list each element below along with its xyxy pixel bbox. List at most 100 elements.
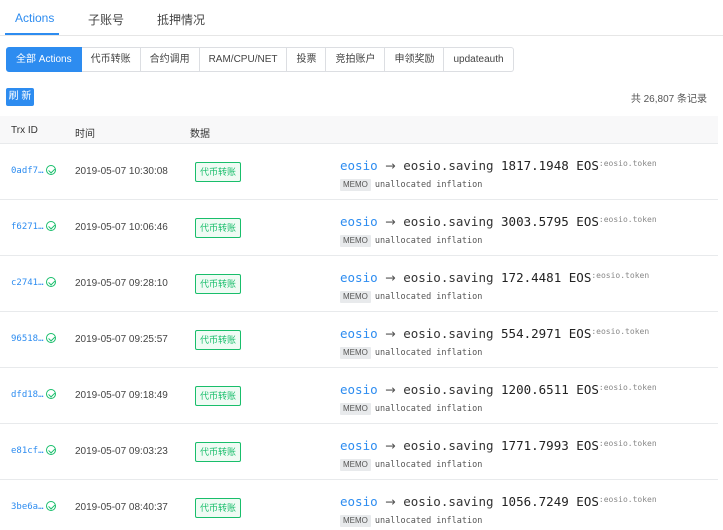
memo: MEMO unallocated inflation <box>340 179 482 192</box>
action-time: 2019-05-07 09:18:49 <box>75 390 168 401</box>
transfer-summary: eosio → eosio.saving 1200.6511 EOS:eosio… <box>340 380 657 398</box>
table-row: e81cf… 2019-05-07 09:03:23 代币转账 eosio → … <box>0 424 718 480</box>
transfer-amount: 1771.7993 EOS <box>501 438 599 453</box>
action-type-tag: 代币转账 <box>195 330 241 350</box>
filter-claim-rewards[interactable]: 申领奖励 <box>385 47 445 72</box>
action-time: 2019-05-07 09:28:10 <box>75 278 168 289</box>
from-account-link[interactable]: eosio <box>340 270 378 285</box>
arrow-right-icon: → <box>385 494 396 509</box>
column-header-time: 时间 <box>75 129 95 140</box>
token-contract: :eosio.token <box>598 383 657 392</box>
memo: MEMO unallocated inflation <box>340 291 482 304</box>
token-contract: :eosio.token <box>591 271 650 280</box>
arrow-right-icon: → <box>385 158 396 173</box>
total-records: 共 26,807 条记录 <box>630 94 707 105</box>
memo-text: unallocated inflation <box>374 404 483 414</box>
action-time: 2019-05-07 10:30:08 <box>75 166 168 177</box>
to-account: eosio.saving <box>403 326 494 341</box>
check-circle-icon <box>46 221 56 231</box>
table-row: 3be6a… 2019-05-07 08:40:37 代币转账 eosio → … <box>0 480 718 530</box>
check-circle-icon <box>46 165 56 175</box>
check-circle-icon <box>46 445 56 455</box>
from-account-link[interactable]: eosio <box>340 326 378 341</box>
memo: MEMO unallocated inflation <box>340 515 482 528</box>
top-tab-bar: Actions 子账号 抵押情况 <box>0 0 723 36</box>
trx-id-link[interactable]: 3be6a… <box>11 502 44 512</box>
filter-resources[interactable]: RAM/CPU/NET <box>199 47 288 72</box>
table-header: Trx ID 时间 数据 <box>0 116 718 144</box>
trx-id-link[interactable]: dfd18… <box>11 390 44 400</box>
transfer-amount: 1056.7249 EOS <box>501 494 599 509</box>
memo: MEMO unallocated inflation <box>340 347 482 360</box>
action-filter-bar: 全部 Actions 代币转账 合约调用 RAM/CPU/NET 投票 竞拍账户… <box>6 47 514 72</box>
filter-contract-call[interactable]: 合约调用 <box>140 47 200 72</box>
table-row: dfd18… 2019-05-07 09:18:49 代币转账 eosio → … <box>0 368 718 424</box>
arrow-right-icon: → <box>385 382 396 397</box>
table-row: 96518… 2019-05-07 09:25:57 代币转账 eosio → … <box>0 312 718 368</box>
memo-tag: MEMO <box>340 515 371 527</box>
to-account: eosio.saving <box>403 382 494 397</box>
table-body: 0adf7… 2019-05-07 10:30:08 代币转账 eosio → … <box>0 144 718 530</box>
filter-updateauth[interactable]: updateauth <box>444 47 514 72</box>
transfer-summary: eosio → eosio.saving 3003.5795 EOS:eosio… <box>340 212 657 230</box>
transfer-summary: eosio → eosio.saving 172.4481 EOS:eosio.… <box>340 268 649 286</box>
memo-text: unallocated inflation <box>374 292 483 302</box>
memo-tag: MEMO <box>340 179 371 191</box>
filter-token-transfer[interactable]: 代币转账 <box>81 47 141 72</box>
tab-actions[interactable]: Actions <box>15 11 54 25</box>
arrow-right-icon: → <box>385 214 396 229</box>
token-contract: :eosio.token <box>598 159 657 168</box>
token-contract: :eosio.token <box>591 327 650 336</box>
action-type-tag: 代币转账 <box>195 442 241 462</box>
memo-text: unallocated inflation <box>374 348 483 358</box>
tab-sub-accounts[interactable]: 子账号 <box>88 11 124 28</box>
to-account: eosio.saving <box>403 214 494 229</box>
refresh-button[interactable]: 刷 新 <box>6 88 34 106</box>
transfer-amount: 3003.5795 EOS <box>501 214 599 229</box>
memo-tag: MEMO <box>340 403 371 415</box>
action-time: 2019-05-07 09:25:57 <box>75 334 168 345</box>
action-type-tag: 代币转账 <box>195 498 241 518</box>
table-row: 0adf7… 2019-05-07 10:30:08 代币转账 eosio → … <box>0 144 718 200</box>
table-row: f6271… 2019-05-07 10:06:46 代币转账 eosio → … <box>0 200 718 256</box>
transfer-amount: 1200.6511 EOS <box>501 382 599 397</box>
check-circle-icon <box>46 277 56 287</box>
from-account-link[interactable]: eosio <box>340 382 378 397</box>
from-account-link[interactable]: eosio <box>340 494 378 509</box>
memo: MEMO unallocated inflation <box>340 403 482 416</box>
arrow-right-icon: → <box>385 326 396 341</box>
from-account-link[interactable]: eosio <box>340 438 378 453</box>
transfer-amount: 554.2971 EOS <box>501 326 592 341</box>
token-contract: :eosio.token <box>598 495 657 504</box>
filter-all-actions[interactable]: 全部 Actions <box>6 47 82 72</box>
table-row: c2741… 2019-05-07 09:28:10 代币转账 eosio → … <box>0 256 718 312</box>
check-circle-icon <box>46 501 56 511</box>
token-contract: :eosio.token <box>598 439 657 448</box>
action-time: 2019-05-07 08:40:37 <box>75 502 168 513</box>
memo-text: unallocated inflation <box>374 236 483 246</box>
from-account-link[interactable]: eosio <box>340 158 378 173</box>
transfer-amount: 1817.1948 EOS <box>501 158 599 173</box>
active-tab-indicator <box>5 33 59 35</box>
transfer-amount: 172.4481 EOS <box>501 270 592 285</box>
action-type-tag: 代币转账 <box>195 218 241 238</box>
trx-id-link[interactable]: 96518… <box>11 334 44 344</box>
tab-staking[interactable]: 抵押情况 <box>157 11 205 28</box>
filter-vote[interactable]: 投票 <box>287 47 327 72</box>
trx-id-link[interactable]: f6271… <box>11 222 44 232</box>
column-header-data: 数据 <box>190 129 210 140</box>
action-time: 2019-05-07 09:03:23 <box>75 446 168 457</box>
trx-id-link[interactable]: 0adf7… <box>11 166 44 176</box>
from-account-link[interactable]: eosio <box>340 214 378 229</box>
memo-text: unallocated inflation <box>374 460 483 470</box>
transfer-summary: eosio → eosio.saving 1056.7249 EOS:eosio… <box>340 492 657 510</box>
check-circle-icon <box>46 389 56 399</box>
filter-bid-name[interactable]: 竞拍账户 <box>326 47 386 72</box>
memo-tag: MEMO <box>340 235 371 247</box>
trx-id-link[interactable]: e81cf… <box>11 446 44 456</box>
trx-id-link[interactable]: c2741… <box>11 278 44 288</box>
actions-table: Trx ID 时间 数据 0adf7… 2019-05-07 10:30:08 … <box>0 116 718 530</box>
to-account: eosio.saving <box>403 158 494 173</box>
memo-text: unallocated inflation <box>374 516 483 526</box>
memo: MEMO unallocated inflation <box>340 235 482 248</box>
